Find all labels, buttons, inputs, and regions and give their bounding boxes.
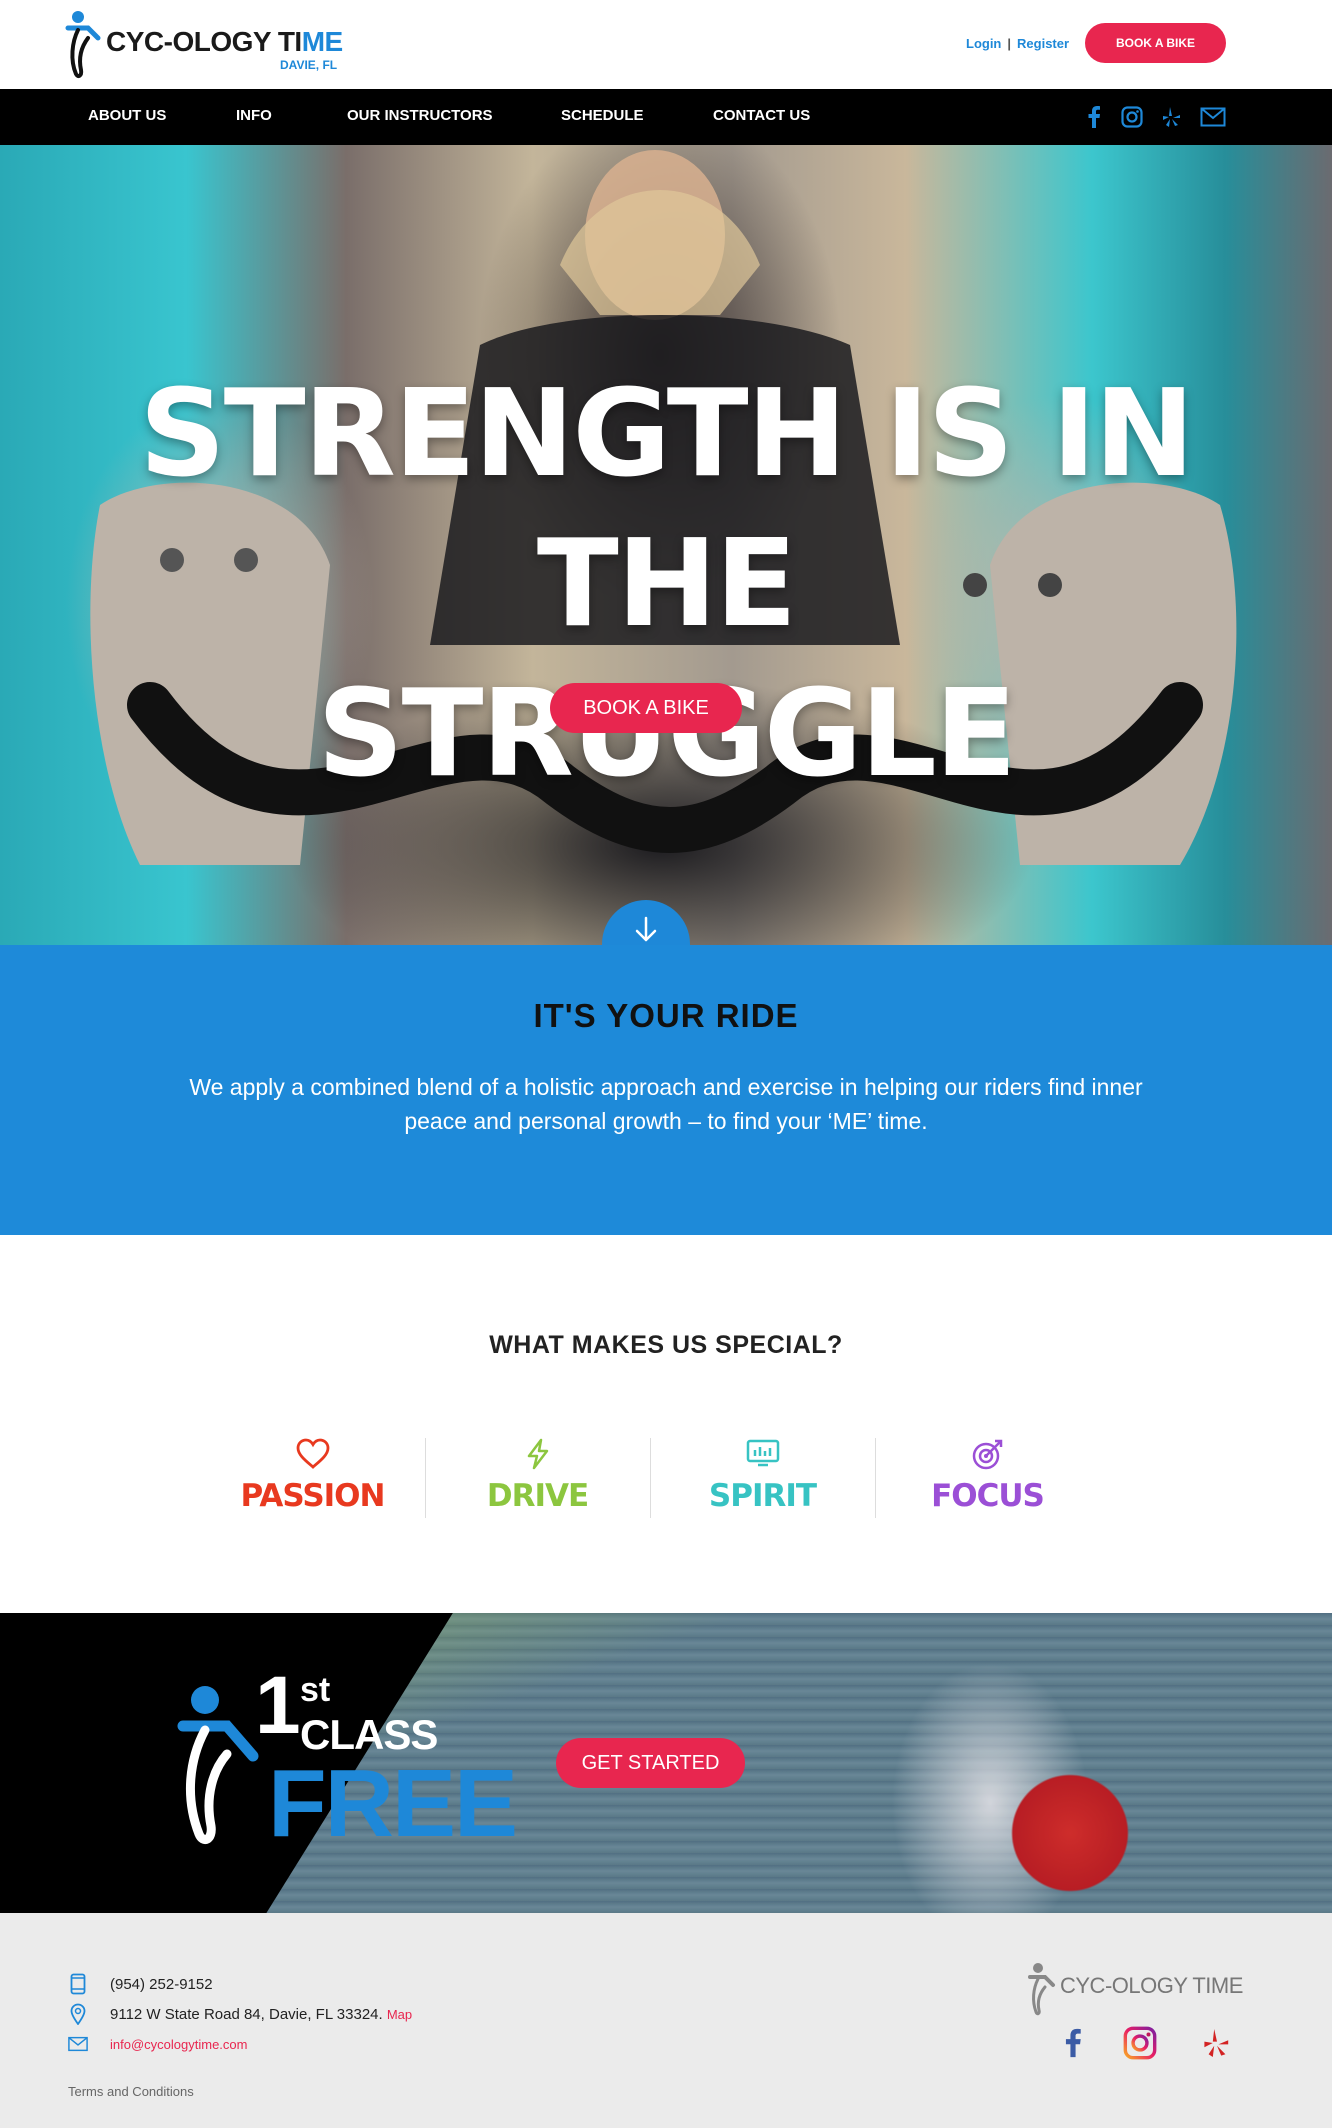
footer-logo[interactable]: CYC-OLOGY TIME	[1028, 1961, 1243, 2017]
first-class-free-banner: 1 st CLASS FREE GET STARTED	[0, 1613, 1332, 1913]
auth-links: Login | Register	[966, 36, 1069, 51]
site-header: CYC-OLOGY TIME DAVIE, FL Login | Register …	[0, 0, 1332, 89]
site-logo[interactable]: CYC-OLOGY TIME DAVIE, FL	[64, 8, 344, 80]
map-pin-icon	[70, 2003, 86, 2025]
main-nav: ABOUT US INFO OUR INSTRUCTORS SCHEDULE C…	[0, 89, 1332, 145]
rider-logo-icon	[1028, 1963, 1055, 2016]
feature-label-drive: DRIVE	[486, 1478, 589, 1514]
email-link[interactable]: info@cycologytime.com	[110, 2037, 247, 2052]
promo-number: 1	[255, 1660, 301, 1751]
facebook-icon[interactable]	[1080, 103, 1108, 131]
site-footer: (954) 252-9152 9112 W State Road 84, Dav…	[0, 1913, 1332, 2128]
nav-item-about-us[interactable]: ABOUT US	[88, 107, 166, 124]
feature-passion: PASSION	[200, 1438, 425, 1518]
footer-address: 9112 W State Road 84, Davie, FL 33324. M…	[68, 2003, 412, 2025]
phone-icon	[70, 1973, 86, 1995]
get-started-button[interactable]: GET STARTED	[556, 1738, 745, 1788]
feature-label-focus: FOCUS	[931, 1478, 1045, 1514]
rider-logo-icon	[177, 1686, 259, 1844]
promo-free-label: FREE	[268, 1750, 518, 1857]
hero-title-line-1: STRENGTH IS IN THE	[139, 365, 1194, 654]
ride-description: We apply a combined blend of a holistic …	[189, 1074, 1143, 1134]
hero-book-bike-button[interactable]: BOOK A BIKE	[550, 683, 742, 733]
facebook-icon[interactable]	[1055, 2025, 1091, 2061]
what-makes-us-special-section: WHAT MAKES US SPECIAL? PASSION DRIVE SPI…	[0, 1235, 1332, 1613]
hero-banner: STRENGTH IS IN THE STRUGGLE BOOK A BIKE	[0, 145, 1332, 945]
map-link[interactable]: Map	[387, 2007, 412, 2022]
ride-heading: IT'S YOUR RIDE	[533, 997, 799, 1034]
footer-email: info@cycologytime.com	[68, 2033, 247, 2055]
nav-item-our-instructors[interactable]: OUR INSTRUCTORS	[347, 107, 493, 124]
login-link[interactable]: Login	[966, 36, 1001, 51]
phone-number[interactable]: (954) 252-9152	[110, 1976, 213, 1993]
instagram-icon[interactable]	[1122, 2025, 1158, 2061]
your-ride-section: IT'S YOUR RIDE We apply a combined blend…	[0, 945, 1332, 1235]
logo-location: DAVIE, FL	[280, 58, 338, 72]
arrow-down-icon	[635, 916, 657, 942]
promo-suffix: st	[300, 1671, 331, 1709]
yelp-icon[interactable]	[1158, 103, 1186, 131]
nav-item-info[interactable]: INFO	[236, 107, 272, 124]
terms-link[interactable]: Terms and Conditions	[68, 2084, 194, 2099]
feature-label-spirit: SPIRIT	[708, 1478, 817, 1514]
logo-wordmark: CYC-OLOGY TIME	[106, 26, 343, 57]
heart-icon	[296, 1438, 329, 1469]
header-book-bike-button[interactable]: BOOK A BIKE	[1085, 23, 1226, 63]
mail-icon[interactable]	[1199, 103, 1227, 131]
nav-item-contact-us[interactable]: CONTACT US	[713, 107, 810, 124]
feature-focus: FOCUS	[875, 1438, 1100, 1518]
address-text: 9112 W State Road 84, Davie, FL 33324.	[110, 2005, 383, 2023]
instagram-icon[interactable]	[1118, 103, 1146, 131]
hero-title: STRENGTH IS IN THE STRUGGLE	[0, 360, 1332, 810]
special-heading: WHAT MAKES US SPECIAL?	[489, 1331, 843, 1359]
lightning-icon	[527, 1438, 548, 1470]
yelp-icon[interactable]	[1199, 2025, 1235, 2061]
feature-drive: DRIVE	[425, 1438, 650, 1518]
feature-label-passion: PASSION	[240, 1478, 386, 1514]
target-icon	[972, 1439, 1002, 1470]
footer-logo-text: CYC-OLOGY TIME	[1060, 1973, 1243, 1998]
nav-item-schedule[interactable]: SCHEDULE	[561, 107, 644, 124]
auth-separator: |	[1007, 36, 1012, 51]
register-link[interactable]: Register	[1017, 36, 1069, 51]
footer-phone: (954) 252-9152	[68, 1973, 213, 1995]
rider-logo-icon	[65, 11, 101, 79]
feature-spirit: SPIRIT	[650, 1438, 875, 1518]
equalizer-icon	[746, 1439, 779, 1467]
mail-icon	[68, 2036, 88, 2052]
